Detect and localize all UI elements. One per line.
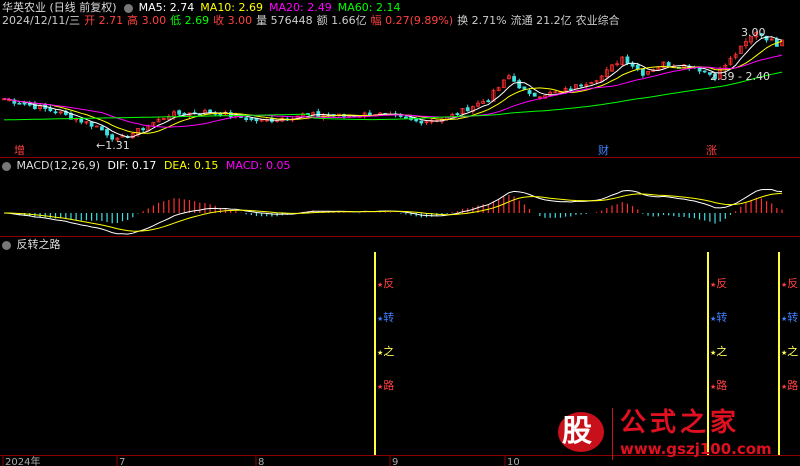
- axis-label: 8: [258, 457, 264, 466]
- macd-dea: DEA: 0.15: [163, 159, 219, 172]
- gszj-watermark: 股 公式之家 www.gszj100.com: [554, 408, 794, 462]
- candle-body: [455, 113, 460, 115]
- candle-body: [568, 88, 573, 91]
- macd-value: MACD: 0.05: [225, 159, 291, 172]
- candle-body: [579, 84, 583, 87]
- axis-label: 7: [119, 457, 125, 466]
- candle-body: [403, 116, 408, 119]
- logo-brand: 股: [562, 414, 592, 449]
- x-axis: 2024年 7 8 9 10: [2, 455, 520, 466]
- candle-body: [419, 120, 424, 124]
- candle-body: [208, 109, 212, 113]
- ma5-line: [3, 36, 783, 138]
- candle-body: [316, 111, 321, 117]
- macd-panel: [3, 189, 783, 235]
- indicator-settings-icon[interactable]: [2, 240, 11, 250]
- candle-body: [486, 100, 491, 103]
- candle-body: [99, 126, 104, 131]
- candle-body: [48, 107, 53, 112]
- axis-label: 2024年: [5, 455, 40, 466]
- macd-header: MACD(12,26,9) DIF: 0.17 DEA: 0.15 MACD: …: [2, 159, 291, 172]
- candle-body: [640, 68, 645, 76]
- candle-body: [630, 63, 635, 67]
- high-annotation: 3.00: [741, 26, 766, 39]
- candle-body: [398, 115, 403, 117]
- candle-body: [702, 70, 707, 73]
- indicator-header: 反转之路: [2, 238, 61, 251]
- candle-body: [105, 128, 109, 136]
- indicator-title: 反转之路: [16, 238, 61, 251]
- candle-body: [89, 121, 94, 127]
- logo-url: www.gszj100.com: [620, 440, 772, 458]
- marker-zhang: 涨: [706, 144, 717, 157]
- candle-body: [635, 64, 640, 70]
- candle-body: [141, 128, 146, 131]
- candle-body: [79, 118, 84, 123]
- logo-name: 公式之家: [620, 408, 741, 438]
- marker-cai: 财: [598, 144, 609, 157]
- axis-label: 9: [392, 457, 398, 466]
- signal-char: ★反: [781, 277, 799, 290]
- candle-body: [522, 86, 527, 90]
- candle-body: [254, 118, 259, 122]
- candle-body: [527, 90, 532, 94]
- macd-dif: DIF: 0.17: [107, 159, 157, 172]
- candle-body: [512, 76, 516, 82]
- candle-body: [249, 118, 254, 120]
- signal-char: ★路: [710, 379, 728, 392]
- dea-line: [4, 192, 783, 232]
- axis-label: 10: [507, 457, 520, 466]
- range-annotation: 2.39 - 2.40: [710, 70, 770, 83]
- signal-char: ★路: [781, 379, 799, 392]
- candle-body: [532, 92, 537, 97]
- stock-chart: 2024年 7 8 9 10: [0, 30, 800, 466]
- candle-body: [22, 102, 27, 105]
- signal-char: ★反: [710, 277, 728, 290]
- price-panel: [2, 30, 784, 142]
- signal-char: ★转: [781, 311, 799, 324]
- candle-body: [666, 62, 671, 67]
- candle-body: [517, 80, 522, 89]
- ma60-line: [3, 71, 783, 121]
- signal-char: ★之: [377, 345, 395, 358]
- candle-body: [625, 56, 630, 64]
- signal-char: ★反: [377, 277, 395, 290]
- macd-title: MACD(12,26,9): [16, 159, 101, 172]
- candle-body: [244, 117, 249, 121]
- marker-zeng: 增: [14, 144, 25, 157]
- candle-body: [177, 110, 182, 115]
- macd-settings-icon[interactable]: [2, 161, 11, 171]
- dif-line: [3, 189, 783, 235]
- signal-char: ★转: [710, 311, 728, 324]
- signal-char: ★之: [781, 345, 799, 358]
- candle-body: [17, 102, 22, 105]
- candle-body: [53, 111, 58, 114]
- signal-char: ★路: [377, 379, 395, 392]
- signal-char: ★转: [377, 311, 395, 324]
- signal-char: ★之: [710, 345, 728, 358]
- low-annotation: ←1.31: [96, 139, 130, 152]
- candle-body: [465, 107, 470, 112]
